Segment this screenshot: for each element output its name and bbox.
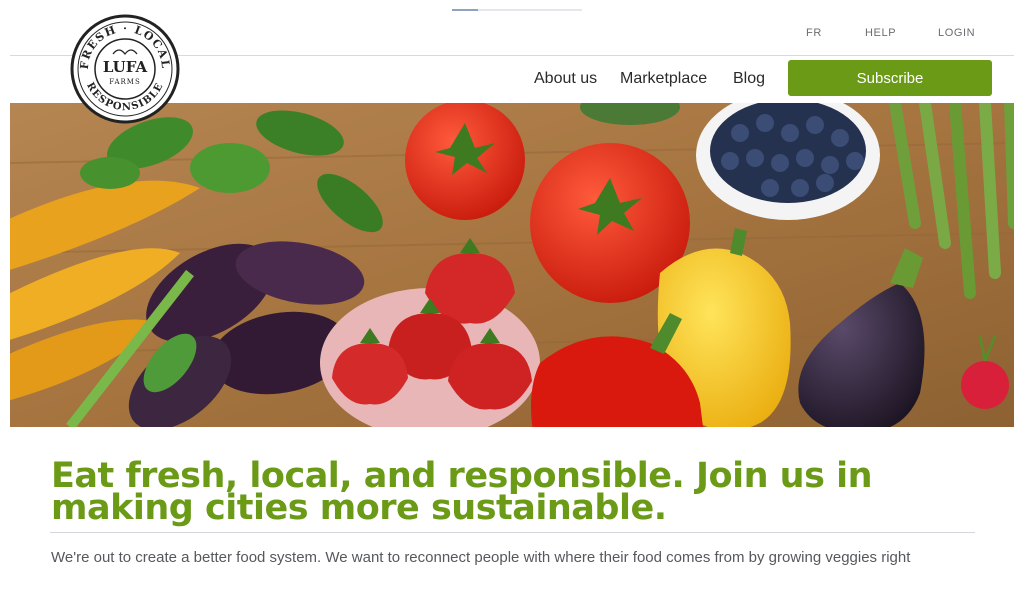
- nav-blog[interactable]: Blog: [733, 70, 765, 88]
- subscribe-button[interactable]: Subscribe: [788, 60, 992, 96]
- intro-text: We're out to create a better food system…: [51, 549, 911, 566]
- page: FRESH · LOCAL RESPONSIBLE LUFA FARMS FR …: [0, 0, 1024, 591]
- content-divider: [50, 532, 975, 533]
- nav-marketplace[interactable]: Marketplace: [620, 70, 707, 88]
- logo-name: LUFA: [103, 58, 148, 76]
- headline: Eat fresh, local, and responsible. Join …: [51, 456, 873, 528]
- logo-sub: FARMS: [109, 78, 141, 86]
- login-link[interactable]: LOGIN: [938, 27, 975, 39]
- loading-indicator: [452, 9, 582, 11]
- lufa-farms-logo[interactable]: FRESH · LOCAL RESPONSIBLE LUFA FARMS: [70, 14, 180, 124]
- nav-about-us[interactable]: About us: [534, 70, 597, 88]
- help-link[interactable]: HELP: [865, 27, 896, 39]
- hero-vegetables-image: [10, 103, 1014, 427]
- language-link[interactable]: FR: [806, 27, 822, 39]
